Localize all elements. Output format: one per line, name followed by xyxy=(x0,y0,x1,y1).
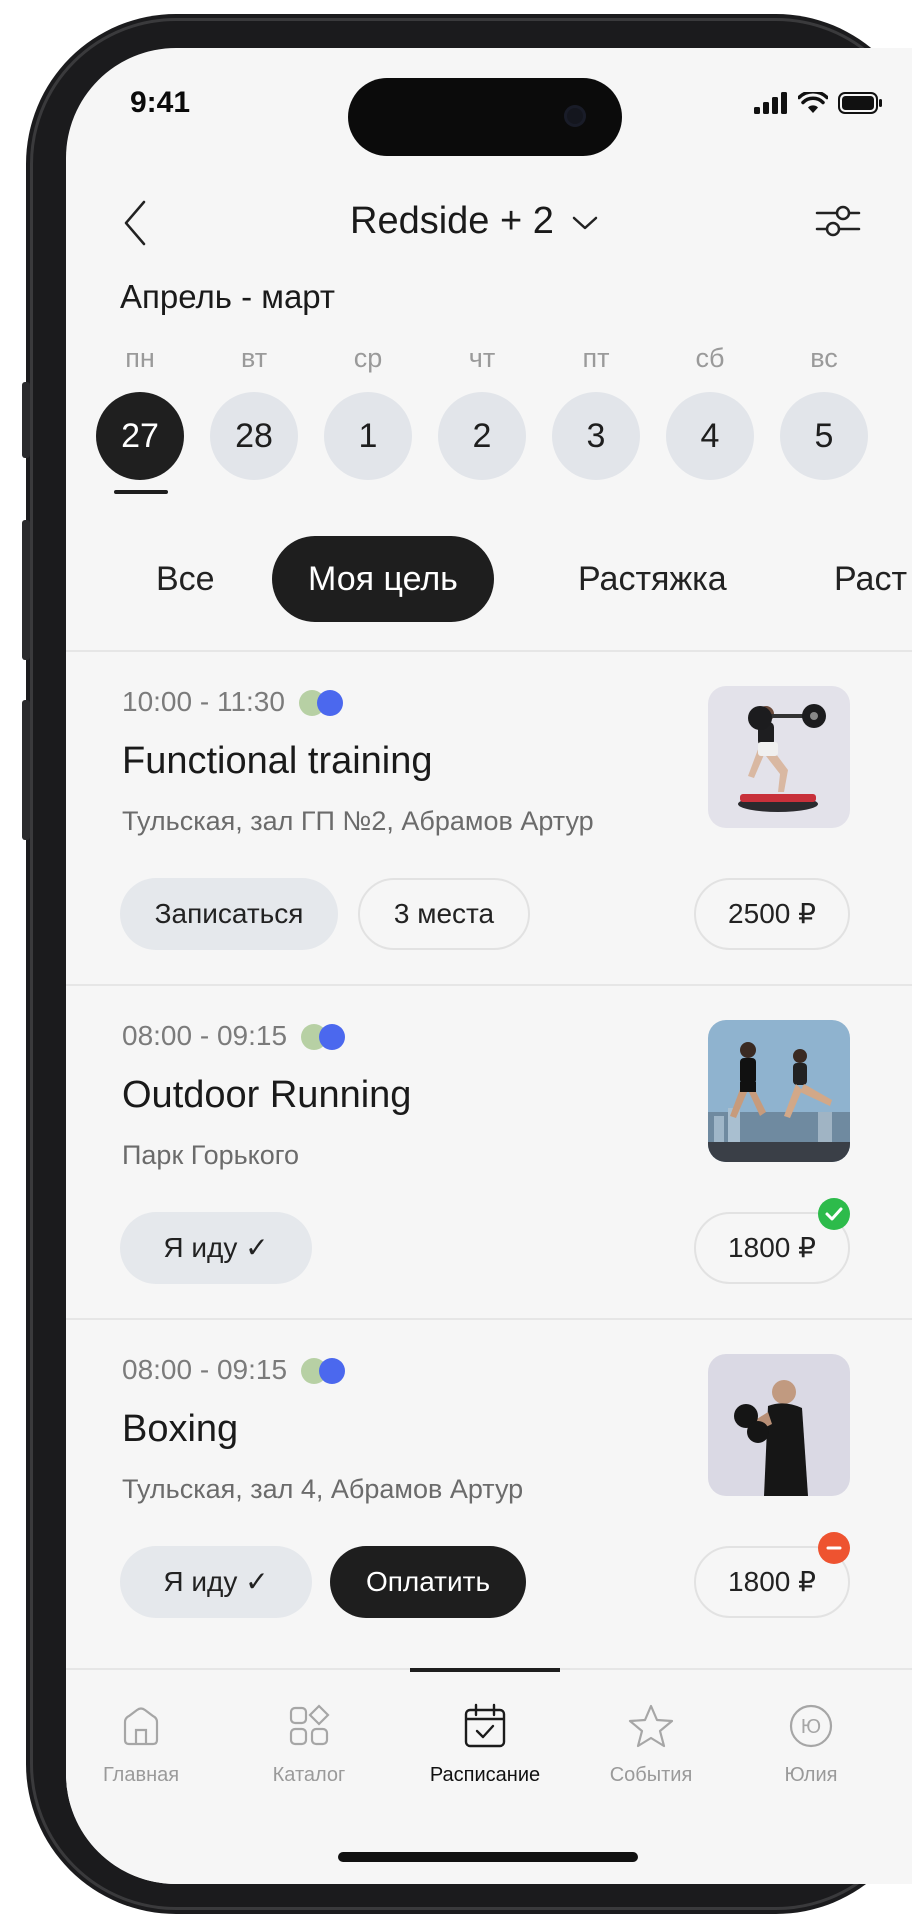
paid-check-icon xyxy=(818,1198,850,1230)
participants-dots xyxy=(301,1022,347,1050)
participants-dots xyxy=(301,1356,347,1384)
chip-stretching-2[interactable]: Раст xyxy=(834,536,907,622)
camera-icon xyxy=(564,105,586,127)
back-button[interactable] xyxy=(116,198,156,248)
unpaid-minus-icon xyxy=(818,1532,850,1564)
club-selector[interactable]: Redside + 2 xyxy=(350,200,600,243)
day-number: 5 xyxy=(780,392,868,480)
home-icon xyxy=(123,1707,159,1746)
day-number: 28 xyxy=(210,392,298,480)
month-range: Апрель - март xyxy=(120,278,336,315)
wifi-icon xyxy=(798,92,828,113)
volume-down-button xyxy=(22,700,30,840)
mute-switch xyxy=(22,382,30,458)
day-name: пн xyxy=(125,343,155,373)
day-item[interactable]: чт 2 xyxy=(438,338,526,480)
participants-dots xyxy=(298,688,345,716)
tab-home[interactable]: Главная xyxy=(66,1698,216,1787)
tab-label: Каталог xyxy=(272,1764,346,1786)
tab-catalog[interactable]: Каталог xyxy=(234,1698,384,1787)
chevron-down-icon xyxy=(572,216,598,229)
class-photo xyxy=(708,1020,850,1162)
day-item[interactable]: пн 27 xyxy=(96,338,184,480)
calendar-icon xyxy=(464,1703,506,1748)
signal-icon xyxy=(754,92,787,114)
category-chips: Все Моя цель Растяжка Раст xyxy=(66,536,912,626)
class-location: Парк Горького xyxy=(122,1140,300,1170)
chevron-left-icon xyxy=(124,200,146,246)
status-icons xyxy=(754,92,882,114)
attending-button[interactable]: Я иду ✓ xyxy=(120,1546,312,1618)
day-name: пт xyxy=(582,343,610,373)
chip-stretching[interactable]: Растяжка xyxy=(578,536,727,622)
day-name: сб xyxy=(695,343,725,373)
chip-all[interactable]: Все xyxy=(156,536,215,622)
class-location: Тульская, зал 4, Абрамов Артур xyxy=(122,1474,524,1504)
class-time-text: 08:00 - 09:15 xyxy=(122,1020,288,1051)
class-card[interactable]: 10:00 - 11:30 Functional training Тульск… xyxy=(66,650,912,984)
chip-my-goal[interactable]: Моя цель xyxy=(272,536,494,622)
day-item[interactable]: ср 1 xyxy=(324,338,412,480)
class-time: 08:00 - 09:15 xyxy=(122,1020,347,1052)
filter-sliders-icon xyxy=(815,205,861,237)
header: Redside + 2 xyxy=(66,178,912,268)
class-location: Тульская, зал ГП №2, Абрамов Артур xyxy=(122,806,594,836)
tab-profile[interactable]: Ю Юлия xyxy=(736,1698,886,1787)
class-time: 10:00 - 11:30 xyxy=(122,686,345,718)
day-name: ср xyxy=(353,343,383,373)
class-card[interactable]: 08:00 - 09:15 Outdoor Running Парк Горьк… xyxy=(66,984,912,1318)
page-title: Redside + 2 xyxy=(350,200,554,242)
tab-label: Главная xyxy=(102,1764,180,1786)
dynamic-island xyxy=(348,78,622,156)
day-name: чт xyxy=(468,343,496,373)
day-name: вс xyxy=(810,343,838,373)
star-icon xyxy=(628,1704,674,1748)
day-number: 4 xyxy=(666,392,754,480)
filter-button[interactable] xyxy=(813,196,863,246)
class-time: 08:00 - 09:15 xyxy=(122,1354,347,1386)
day-item[interactable]: вт 28 xyxy=(210,338,298,480)
battery-icon xyxy=(838,92,882,114)
class-price: 2500 ₽ xyxy=(694,878,850,950)
day-item[interactable]: сб 4 xyxy=(666,338,754,480)
selected-day-indicator xyxy=(114,490,168,494)
tab-events[interactable]: События xyxy=(576,1698,726,1787)
avatar-initials: Ю xyxy=(801,1716,821,1738)
day-number: 1 xyxy=(324,392,412,480)
tab-label: Юлия xyxy=(784,1764,838,1786)
day-number: 27 xyxy=(96,392,184,480)
class-time-text: 10:00 - 11:30 xyxy=(122,686,285,717)
day-name: вт xyxy=(240,343,268,373)
volume-up-button xyxy=(22,520,30,660)
status-time: 9:41 xyxy=(130,86,191,119)
class-title: Boxing xyxy=(122,1408,239,1450)
spots-left: 3 места xyxy=(358,878,530,950)
pay-button[interactable]: Оплатить xyxy=(330,1546,526,1618)
class-photo xyxy=(708,1354,850,1496)
tab-schedule[interactable]: Расписание xyxy=(410,1698,560,1787)
class-card[interactable]: 08:00 - 09:15 Boxing Тульская, зал 4, Аб… xyxy=(66,1318,912,1652)
attending-button[interactable]: Я иду ✓ xyxy=(120,1212,312,1284)
home-indicator xyxy=(338,1852,638,1862)
tab-label: События xyxy=(609,1764,693,1786)
active-tab-indicator xyxy=(410,1668,560,1672)
day-item[interactable]: пт 3 xyxy=(552,338,640,480)
app-screen: 9:41 Redside + 2 Апрель - март пн 27 вт 28… xyxy=(66,48,912,1884)
enroll-button[interactable]: Записаться xyxy=(120,878,338,950)
day-number: 3 xyxy=(552,392,640,480)
class-time-text: 08:00 - 09:15 xyxy=(122,1354,288,1385)
catalog-icon xyxy=(289,1704,330,1746)
class-photo xyxy=(708,686,850,828)
avatar-icon: Ю xyxy=(789,1704,833,1748)
class-title: Outdoor Running xyxy=(122,1074,412,1116)
class-title: Functional training xyxy=(122,740,433,782)
day-number: 2 xyxy=(438,392,526,480)
tab-label: Расписание xyxy=(429,1764,541,1786)
day-item[interactable]: вс 5 xyxy=(780,338,868,480)
